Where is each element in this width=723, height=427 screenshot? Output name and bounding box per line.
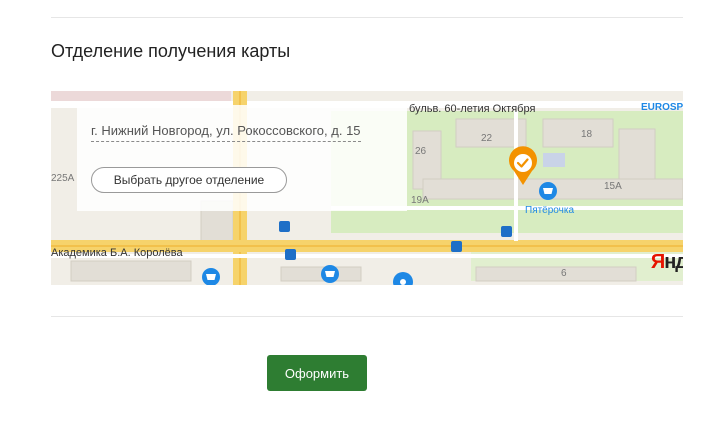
yandex-logo: Янд	[650, 251, 683, 273]
choose-other-branch-button[interactable]: Выбрать другое отделение	[91, 167, 287, 193]
poi-label-shop[interactable]: Пятёрочка	[525, 205, 574, 216]
house-number-6: 6	[561, 268, 567, 279]
branch-map[interactable]: бульв. 60-летия Октября Академика Б.А. К…	[51, 91, 683, 285]
house-number-18: 18	[581, 129, 593, 140]
house-number-19a: 19А	[411, 195, 429, 206]
house-number-22: 22	[481, 133, 493, 144]
branch-info-panel: г. Нижний Новгород, ул. Рокоссовского, д…	[77, 105, 407, 211]
house-number-15a: 15А	[604, 181, 622, 192]
submit-button[interactable]: Оформить	[267, 355, 367, 391]
section-title: Отделение получения карты	[51, 41, 291, 61]
house-number-26: 26	[415, 146, 427, 157]
branch-address: г. Нижний Новгород, ул. Рокоссовского, д…	[91, 123, 361, 142]
street-label-academician: Академика Б.А. Королёва	[51, 247, 183, 259]
house-number-225a: 225А	[51, 173, 75, 184]
bottom-divider	[51, 316, 683, 317]
poi-label-brand[interactable]: EUROSP	[641, 102, 683, 113]
top-divider	[51, 17, 683, 18]
street-label-boulevard: бульв. 60-летия Октября	[409, 103, 536, 115]
